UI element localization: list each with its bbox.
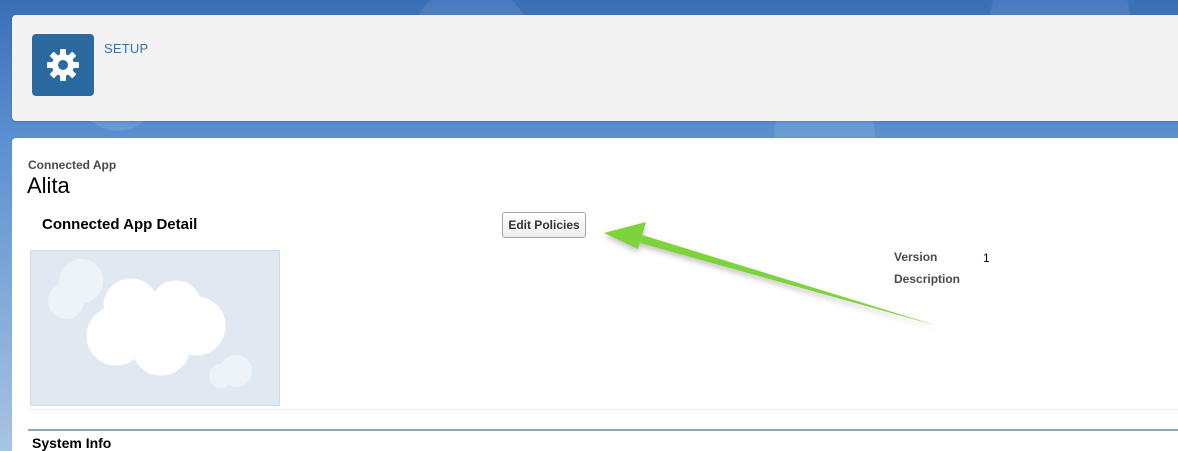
setup-header: SETUP [12, 15, 1178, 121]
app-logo [30, 250, 280, 406]
gear-icon [47, 49, 79, 81]
version-label: Version [894, 250, 938, 264]
section-divider [28, 409, 1178, 410]
system-info-divider [28, 429, 1178, 431]
page-title: Alita [27, 173, 70, 198]
breadcrumb: Connected App [28, 158, 117, 172]
connected-app-panel: Connected App Alita Connected App Detail… [12, 138, 1178, 451]
setup-tile[interactable] [32, 34, 94, 96]
cloud-icon [48, 259, 252, 388]
section-title: Connected App Detail [42, 216, 198, 233]
edit-policies-button[interactable]: Edit Policies [502, 212, 586, 238]
system-info-title: System Info [32, 435, 112, 451]
version-value: 1 [983, 251, 990, 265]
description-label: Description [894, 272, 961, 286]
setup-label[interactable]: SETUP [104, 41, 148, 56]
